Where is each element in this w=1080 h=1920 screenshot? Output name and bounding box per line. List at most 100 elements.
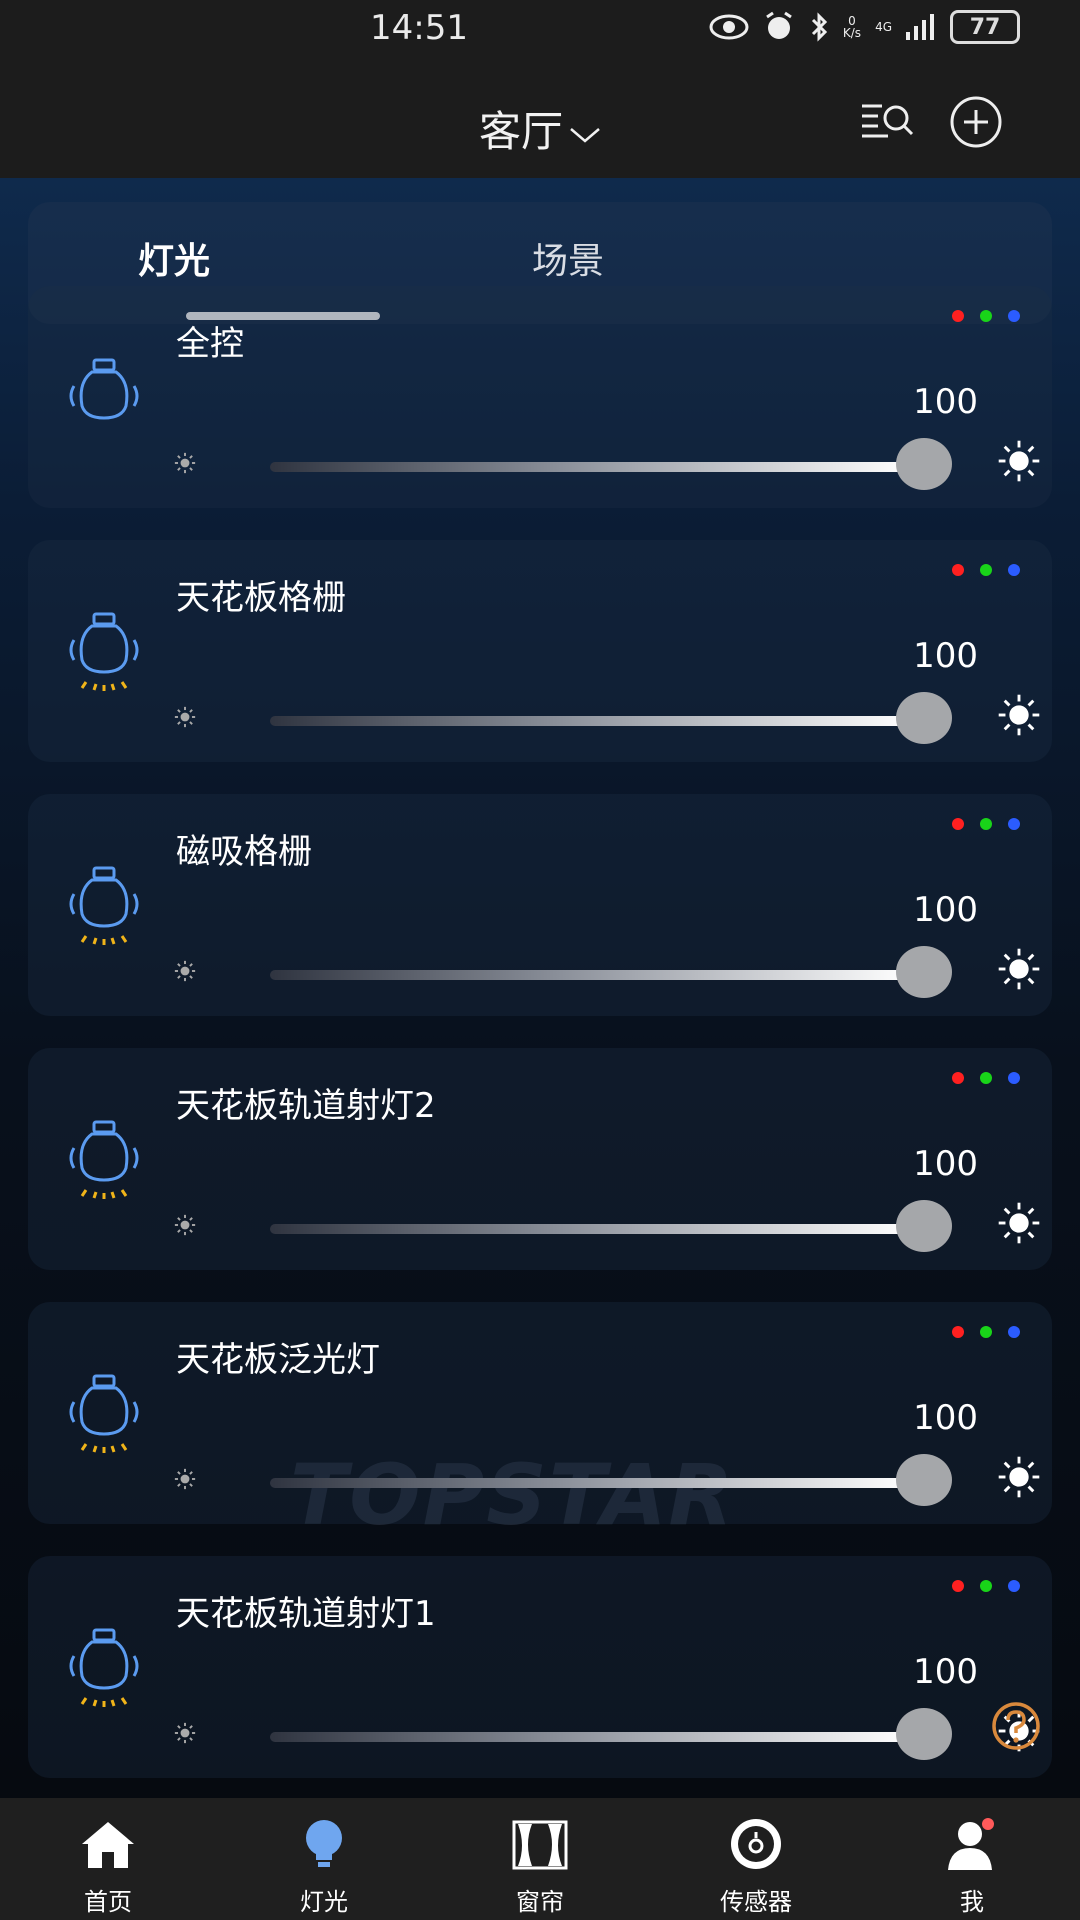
brightness-high-icon	[998, 440, 1040, 482]
brightness-value: 100	[913, 636, 978, 676]
brightness-low-icon	[174, 706, 196, 728]
signal-icon	[906, 14, 934, 40]
room-selector[interactable]: 客厅	[0, 98, 1080, 159]
brightness-slider[interactable]	[270, 1224, 910, 1234]
light-card[interactable]: 天花板泛光灯 100	[28, 1302, 1052, 1524]
status-time: 14:51	[370, 8, 468, 48]
nav-curtains[interactable]: 窗帘	[460, 1798, 620, 1920]
blue-dot	[1008, 818, 1020, 830]
red-dot	[952, 1580, 964, 1592]
green-dot	[980, 1326, 992, 1338]
alarm-icon	[766, 11, 792, 39]
bulb-outline-icon	[69, 866, 139, 945]
nav-label: 窗帘	[516, 1888, 564, 1916]
slider-knob[interactable]	[896, 438, 952, 490]
brightness-high-icon	[998, 1456, 1040, 1498]
sensor-icon	[731, 1819, 781, 1869]
network-type: 4G	[875, 20, 892, 34]
light-card[interactable]: 天花板格栅 100	[28, 540, 1052, 762]
brightness-value: 100	[913, 382, 978, 422]
brightness-value: 100	[913, 1144, 978, 1184]
curtain-icon	[512, 1820, 568, 1870]
chevron-down-icon	[570, 127, 600, 143]
brightness-slider[interactable]	[270, 1478, 910, 1488]
light-card[interactable]: 天花板轨道射灯1 100	[28, 1556, 1052, 1778]
light-card[interactable]: 天花板轨道射灯2 100	[28, 1048, 1052, 1270]
app-header: 客厅	[0, 60, 1080, 178]
battery-icon: 77	[950, 10, 1020, 44]
light-card[interactable]: 全控 100	[28, 286, 1052, 508]
brightness-high-icon	[998, 948, 1040, 990]
brightness-low-icon	[174, 960, 196, 982]
status-bar: 14:51 0 K/s 4G 77	[0, 0, 1080, 60]
nav-profile[interactable]: 我	[892, 1798, 1052, 1920]
blue-dot	[1008, 1072, 1020, 1084]
bulb-outline-icon	[69, 1120, 139, 1199]
brightness-low-icon	[174, 452, 196, 474]
rgb-indicator[interactable]	[952, 564, 1020, 576]
main-content: 灯光 场景 TOPSTAR 全控 100 天花板格栅 100 磁吸格栅 100 天花板轨道射…	[0, 178, 1080, 1798]
nav-label: 首页	[84, 1888, 132, 1916]
nav-home[interactable]: 首页	[28, 1798, 188, 1920]
slider-knob[interactable]	[896, 1454, 952, 1506]
bottom-nav: 首页 灯光 窗帘 传感器 我	[0, 1798, 1080, 1920]
bulb-icon	[306, 1820, 342, 1867]
slider-knob[interactable]	[896, 692, 952, 744]
red-dot	[952, 1326, 964, 1338]
search-list-icon[interactable]	[858, 92, 918, 152]
slider-knob[interactable]	[896, 1708, 952, 1760]
nav-label: 我	[960, 1888, 984, 1916]
bluetooth-icon	[811, 12, 828, 42]
light-name: 天花板轨道射灯2	[176, 1086, 436, 1126]
brightness-high-icon	[998, 1202, 1040, 1244]
slider-knob[interactable]	[896, 1200, 952, 1252]
green-dot	[980, 818, 992, 830]
light-name: 天花板泛光灯	[176, 1340, 380, 1380]
brightness-slider[interactable]	[270, 716, 910, 726]
battery-level: 77	[969, 14, 1001, 40]
status-icons: 0 K/s 4G 77	[709, 10, 1020, 44]
brightness-slider[interactable]	[270, 462, 910, 472]
eye-icon	[709, 14, 749, 40]
light-name: 天花板格栅	[176, 578, 346, 618]
brightness-value: 100	[913, 1652, 978, 1692]
blue-dot	[1008, 310, 1020, 322]
rgb-indicator[interactable]	[952, 1326, 1020, 1338]
nav-lights[interactable]: 灯光	[244, 1798, 404, 1920]
green-dot	[980, 564, 992, 576]
light-name: 磁吸格栅	[176, 832, 312, 872]
nav-label: 传感器	[720, 1888, 792, 1916]
blue-dot	[1008, 1326, 1020, 1338]
light-name: 全控	[176, 324, 244, 364]
bulb-outline-icon	[69, 612, 139, 691]
nav-sensors[interactable]: 传感器	[676, 1798, 836, 1920]
home-icon	[82, 1822, 134, 1868]
brightness-slider[interactable]	[270, 1732, 910, 1742]
help-icon[interactable]	[990, 1700, 1042, 1752]
brightness-value: 100	[913, 890, 978, 930]
nav-label: 灯光	[300, 1888, 348, 1916]
brightness-low-icon	[174, 1722, 196, 1744]
slider-knob[interactable]	[896, 946, 952, 998]
add-circle-icon[interactable]	[946, 92, 1006, 152]
red-dot	[952, 564, 964, 576]
rgb-indicator[interactable]	[952, 818, 1020, 830]
brightness-low-icon	[174, 1468, 196, 1490]
brightness-slider[interactable]	[270, 970, 910, 980]
room-name: 客厅	[478, 107, 563, 156]
rgb-indicator[interactable]	[952, 310, 1020, 322]
red-dot	[952, 1072, 964, 1084]
brightness-high-icon	[998, 694, 1040, 736]
green-dot	[980, 310, 992, 322]
red-dot	[952, 310, 964, 322]
light-card[interactable]: 磁吸格栅 100	[28, 794, 1052, 1016]
profile-icon	[948, 1818, 994, 1870]
green-dot	[980, 1580, 992, 1592]
light-name: 天花板轨道射灯1	[176, 1594, 436, 1634]
blue-dot	[1008, 564, 1020, 576]
bulb-outline-icon	[69, 358, 139, 420]
rgb-indicator[interactable]	[952, 1072, 1020, 1084]
rgb-indicator[interactable]	[952, 1580, 1020, 1592]
bulb-outline-icon	[69, 1628, 139, 1707]
bulb-outline-icon	[69, 1374, 139, 1453]
